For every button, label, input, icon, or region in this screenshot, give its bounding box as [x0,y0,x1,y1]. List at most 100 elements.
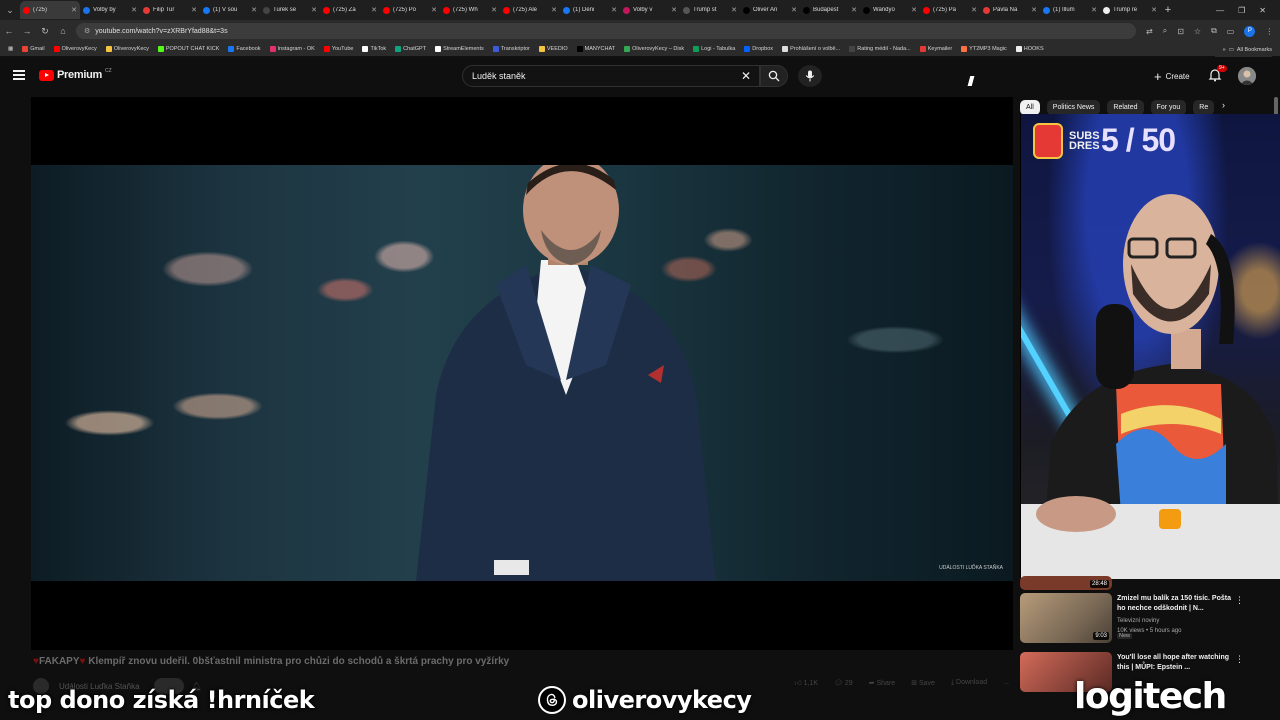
browser-tab[interactable]: Filip Tur ✕ [140,1,200,19]
tab-close-icon[interactable]: ✕ [911,6,917,14]
search-button[interactable] [760,65,788,87]
browser-tab[interactable]: Volby by ✕ [80,1,140,19]
bookmark-item[interactable]: Logi - Tabulka [693,46,735,52]
comments-button[interactable]: 💬︎ 29 [834,679,853,687]
install-icon[interactable]: ⊡ [1177,27,1184,36]
more-options-icon[interactable]: ⋮ [1235,595,1244,606]
download-button[interactable]: ⤓ Download [951,679,987,687]
zoom-icon[interactable]: ⌕ [1163,26,1167,36]
tab-close-icon[interactable]: ✕ [131,6,137,14]
clear-search-icon[interactable]: ✕ [741,69,751,83]
forward-icon[interactable]: → [18,26,36,36]
bookmark-item[interactable]: StreamElements [435,46,484,52]
bookmark-item[interactable]: YT2MP3 Magic [961,46,1007,52]
bookmark-item[interactable]: Transkriptor [492,46,530,52]
browser-tab[interactable]: (725) Pa ✕ [920,1,980,19]
recommendation-channel[interactable]: Televizní noviny [1117,616,1159,626]
video-player[interactable]: UDÁLOSTI LUĎKA STAŇKA [31,97,1013,650]
bookmark-item[interactable]: Gmail [22,46,45,52]
bookmark-item[interactable]: POPOUT CHAT KICK [157,46,219,52]
close-window-icon[interactable]: ✕ [1259,6,1266,15]
bookmark-item[interactable]: Rating médií - Nada... [849,46,911,52]
tab-close-icon[interactable]: ✕ [491,6,497,14]
tab-search-button[interactable]: ⌄ [0,0,20,20]
tab-close-icon[interactable]: ✕ [791,6,797,14]
browser-tab[interactable]: Trump re ✕ [1100,1,1160,19]
tab-close-icon[interactable]: ✕ [551,6,557,14]
browser-tab[interactable]: Pavla Na ✕ [980,1,1040,19]
bookmark-item[interactable]: Keymailer [919,46,952,52]
bookmark-item[interactable]: ChatGPT [395,46,426,52]
browser-tab[interactable]: Oliver An ✕ [740,1,800,19]
bookmark-item[interactable]: Dropbox [744,46,773,52]
save-button[interactable]: ⊞ Save [911,679,935,687]
recommendation-thumbnail[interactable]: 28:48 [1020,576,1112,590]
recommendation-item[interactable]: 9:03 Zmizel mu balík za 150 tisíc. Pošta… [1020,593,1250,643]
apps-icon[interactable]: ▦ [8,46,13,52]
recommendation-title[interactable]: You'll lose all hope after watching this… [1117,653,1235,673]
bookmark-item[interactable]: Prohlášení o volbě... [782,46,840,52]
browser-tab[interactable]: Volby v ✕ [620,1,680,19]
account-avatar[interactable] [1238,67,1256,85]
browser-tab[interactable]: (725) ✕ [20,1,80,19]
search-input[interactable] [472,71,734,81]
bookmark-item[interactable]: OliverovyKecy [53,46,97,52]
tab-close-icon[interactable]: ✕ [251,6,257,14]
extensions-icon[interactable]: ⧉ [1211,26,1217,36]
restore-icon[interactable]: ❐ [1238,6,1245,15]
voice-search-button[interactable] [798,65,822,87]
menu-icon[interactable] [13,70,25,80]
browser-tab[interactable]: (1) Deni ✕ [560,1,620,19]
bookmark-item[interactable]: HOOKS [1015,46,1044,52]
home-icon[interactable]: ⌂ [54,26,72,36]
reload-icon[interactable]: ↻ [36,26,54,37]
share-button[interactable]: ➦ Share [869,679,896,687]
browser-tab[interactable]: Wandyo ✕ [860,1,920,19]
filter-chip[interactable]: All [1020,99,1040,115]
all-bookmarks[interactable]: » ▭ All Bookmarks [1214,42,1272,57]
sidebar-icon[interactable]: ▭ [1227,27,1235,36]
bookmark-item[interactable]: OliverovyKecy [105,46,149,52]
bookmark-item[interactable]: MANYCHAT [576,46,615,52]
tab-close-icon[interactable]: ✕ [371,6,377,14]
filter-chip[interactable]: Politics News [1046,99,1101,115]
tab-close-icon[interactable]: ✕ [1091,6,1097,14]
tab-close-icon[interactable]: ✕ [1031,6,1037,14]
tab-close-icon[interactable]: ✕ [971,6,977,14]
browser-tab[interactable]: (1) V sou ✕ [200,1,260,19]
bookmark-item[interactable]: Instagram - OK [269,46,315,52]
tab-close-icon[interactable]: ✕ [311,6,317,14]
tab-close-icon[interactable]: ✕ [611,6,617,14]
tab-close-icon[interactable]: ✕ [431,6,437,14]
more-actions-button[interactable]: ... [1003,679,1009,686]
chevron-right-icon[interactable]: › [1222,100,1225,110]
bookmark-star-icon[interactable]: ☆ [1194,27,1201,36]
tab-close-icon[interactable]: ✕ [851,6,857,14]
notifications-button[interactable]: 9+ [1208,65,1227,84]
browser-tab[interactable]: (725) Po ✕ [380,1,440,19]
tab-close-icon[interactable]: ✕ [731,6,737,14]
browser-tab[interactable]: Budapest ✕ [800,1,860,19]
translate-icon[interactable]: ⇄ [1146,27,1153,36]
address-bar[interactable]: ⚙ youtube.com/watch?v=zXRBrYfad88&t=3s [76,23,1136,39]
filter-chip[interactable]: Re [1193,99,1215,115]
browser-tab[interactable]: (725) Ale ✕ [500,1,560,19]
back-icon[interactable]: ← [0,26,18,36]
browser-menu-icon[interactable]: ⋮ [1265,27,1273,36]
browser-tab[interactable]: Turek se ✕ [260,1,320,19]
filter-chip[interactable]: Related [1107,99,1144,115]
site-info-icon[interactable]: ⚙ [84,27,90,35]
new-tab-button[interactable]: + [1160,4,1176,16]
youtube-logo[interactable]: Premium CZ [39,68,112,81]
bookmark-item[interactable]: VEEDIO [538,46,568,52]
browser-tab[interactable]: Trump st ✕ [680,1,740,19]
bookmark-item[interactable]: YouTube [323,46,353,52]
browser-tab[interactable]: (1) Illum ✕ [1040,1,1100,19]
bookmark-item[interactable]: OliverovyKecy – Disk [624,46,684,52]
bookmark-item[interactable]: TikTok [362,46,386,52]
recommendation-item[interactable]: 28:48 [1020,576,1250,590]
tab-close-icon[interactable]: ✕ [671,6,677,14]
tab-close-icon[interactable]: ✕ [71,6,77,14]
browser-tab[interactable]: (725) Wh ✕ [440,1,500,19]
tab-close-icon[interactable]: ✕ [191,6,197,14]
